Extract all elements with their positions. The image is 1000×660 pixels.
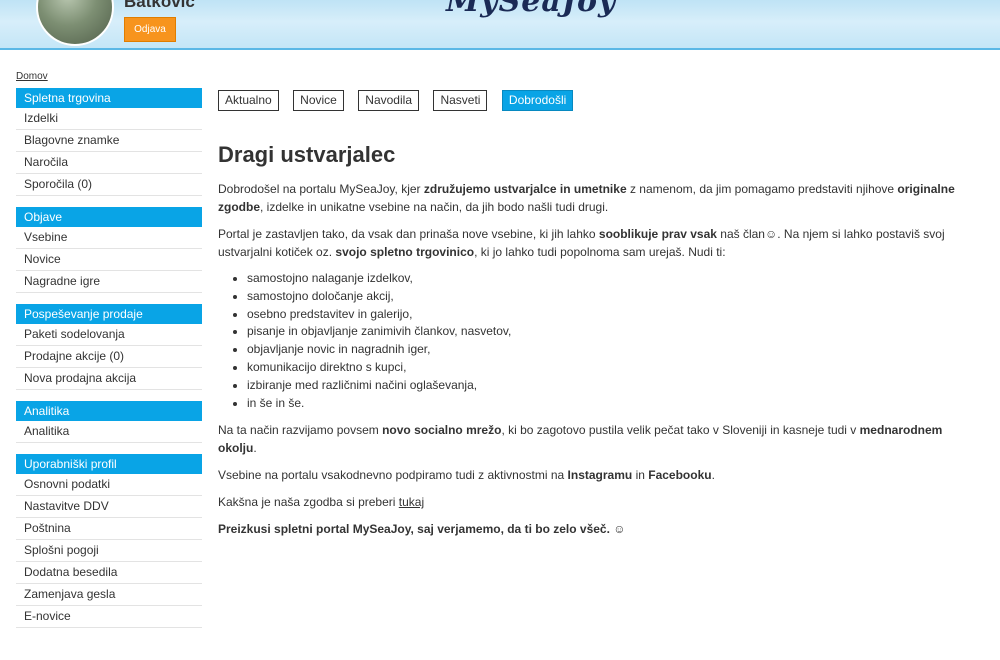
story-link[interactable]: tukaj bbox=[399, 495, 424, 509]
tab-tips[interactable]: Nasveti bbox=[433, 90, 488, 111]
breadcrumb-home[interactable]: Domov bbox=[16, 70, 202, 88]
list-item: izbiranje med različnimi načini oglaševa… bbox=[247, 377, 960, 395]
sidebar-item-products[interactable]: Izdelki bbox=[16, 108, 202, 130]
menu-head-analytics[interactable]: Analitika bbox=[16, 401, 202, 421]
features-list: samostojno nalaganje izdelkov, samostojn… bbox=[218, 270, 960, 412]
list-item: samostojno določanje akcij, bbox=[247, 288, 960, 306]
sidebar: Domov Spletna trgovina Izdelki Blagovne … bbox=[16, 70, 202, 639]
menu-group-shop: Spletna trgovina Izdelki Blagovne znamke… bbox=[16, 88, 202, 196]
list-item: in še in še. bbox=[247, 395, 960, 413]
social-paragraph: Vsebine na portalu vsakodnevno podpiramo… bbox=[218, 468, 715, 483]
sidebar-item-content[interactable]: Vsebine bbox=[16, 227, 202, 249]
sidebar-item-vat-settings[interactable]: Nastavitve DDV bbox=[16, 496, 202, 518]
portal-paragraph: Portal je zastavljen tako, da vsak dan p… bbox=[218, 227, 945, 259]
sidebar-item-sales[interactable]: Prodajne akcije (0) bbox=[16, 346, 202, 368]
tab-bar: Aktualno Novice Navodila Nasveti Dobrodo… bbox=[218, 90, 960, 112]
network-paragraph: Na ta način razvijamo povsem novo social… bbox=[218, 423, 943, 456]
main-content: Aktualno Novice Navodila Nasveti Dobrodo… bbox=[218, 90, 960, 547]
list-item: pisanje in objavljanje zanimivih člankov… bbox=[247, 323, 960, 341]
sidebar-item-basic-data[interactable]: Osnovni podatki bbox=[16, 474, 202, 496]
header: Batkovič Odjava MySeaJoy bbox=[0, 0, 1000, 50]
page-title: Dragi ustvarjalec bbox=[218, 142, 396, 167]
closing-paragraph: Preizkusi spletni portal MySeaJoy, saj v… bbox=[218, 522, 626, 537]
menu-group-posts: Objave Vsebine Novice Nagradne igre bbox=[16, 207, 202, 293]
tab-current[interactable]: Aktualno bbox=[218, 90, 279, 111]
sidebar-item-messages[interactable]: Sporočila (0) bbox=[16, 174, 202, 196]
sidebar-item-giveaways[interactable]: Nagradne igre bbox=[16, 271, 202, 293]
menu-group-profile: Uporabniški profil Osnovni podatki Nasta… bbox=[16, 454, 202, 628]
sidebar-item-shipping[interactable]: Poštnina bbox=[16, 518, 202, 540]
sidebar-item-orders[interactable]: Naročila bbox=[16, 152, 202, 174]
intro-paragraph: Dobrodošel na portalu MySeaJoy, kjer zdr… bbox=[218, 182, 955, 214]
menu-head-promotion[interactable]: Pospeševanje prodaje bbox=[16, 304, 202, 324]
tab-welcome[interactable]: Dobrodošli bbox=[501, 90, 574, 111]
sidebar-item-extra-texts[interactable]: Dodatna besedila bbox=[16, 562, 202, 584]
logout-button[interactable]: Odjava bbox=[124, 17, 176, 42]
avatar[interactable] bbox=[36, 0, 114, 46]
sidebar-item-newsletter[interactable]: E-novice bbox=[16, 606, 202, 628]
sidebar-item-analytics[interactable]: Analitika bbox=[16, 421, 202, 443]
tab-news[interactable]: Novice bbox=[293, 90, 344, 111]
user-name: Batkovič bbox=[124, 0, 195, 11]
menu-head-profile[interactable]: Uporabniški profil bbox=[16, 454, 202, 474]
sidebar-item-news[interactable]: Novice bbox=[16, 249, 202, 271]
sidebar-item-terms[interactable]: Splošni pogoji bbox=[16, 540, 202, 562]
list-item: objavljanje novic in nagradnih iger, bbox=[247, 341, 960, 359]
list-item: osebno predstavitev in galerijo, bbox=[247, 306, 960, 324]
sidebar-item-packages[interactable]: Paketi sodelovanja bbox=[16, 324, 202, 346]
list-item: samostojno nalaganje izdelkov, bbox=[247, 270, 960, 288]
sidebar-item-brands[interactable]: Blagovne znamke bbox=[16, 130, 202, 152]
menu-group-analytics: Analitika Analitika bbox=[16, 401, 202, 443]
menu-head-posts[interactable]: Objave bbox=[16, 207, 202, 227]
sidebar-item-new-sale[interactable]: Nova prodajna akcija bbox=[16, 368, 202, 390]
tab-guides[interactable]: Navodila bbox=[358, 90, 419, 111]
story-paragraph: Kakšna je naša zgodba si preberi tukaj bbox=[218, 495, 425, 510]
sidebar-item-change-password[interactable]: Zamenjava gesla bbox=[16, 584, 202, 606]
menu-group-promotion: Pospeševanje prodaje Paketi sodelovanja … bbox=[16, 304, 202, 390]
logo[interactable]: MySeaJoy bbox=[446, 0, 616, 19]
menu-head-shop[interactable]: Spletna trgovina bbox=[16, 88, 202, 108]
list-item: komunikacijo direktno s kupci, bbox=[247, 359, 960, 377]
